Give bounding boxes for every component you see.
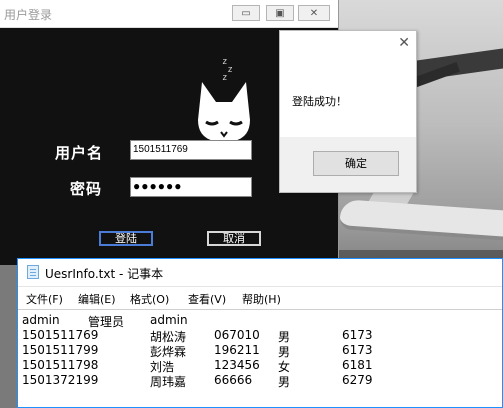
text-line: 1501372199 周玮嘉 66666 男 6279 bbox=[18, 373, 502, 389]
text-cell: 66666 bbox=[214, 373, 253, 387]
text-line: 1501511769 胡松涛 067010 男 6173 bbox=[18, 328, 502, 344]
close-icon: ✕ bbox=[309, 7, 319, 19]
maximize-button[interactable]: ▣ bbox=[266, 5, 294, 21]
text-line: 1501511798 刘浩 123456 女 6181 bbox=[18, 358, 502, 374]
text-cell: admin bbox=[22, 313, 60, 327]
login-button[interactable]: 登陆 bbox=[99, 231, 153, 246]
text-cell: 123456 bbox=[214, 358, 260, 372]
text-line: admin 管理员 admin bbox=[18, 313, 502, 329]
menu-edit[interactable]: 编辑(E) bbox=[78, 291, 116, 307]
dialog-footer: 确定 bbox=[280, 137, 416, 192]
text-cell: admin bbox=[150, 313, 188, 327]
maximize-icon: ▣ bbox=[275, 7, 285, 19]
text-cell: 6181 bbox=[342, 358, 373, 372]
text-cell: 6173 bbox=[342, 343, 373, 357]
username-input[interactable]: 1501511769 bbox=[130, 140, 252, 160]
text-cell: 196211 bbox=[214, 343, 260, 357]
dialog-message: 登陆成功！ bbox=[292, 95, 347, 108]
menu-view[interactable]: 查看(V) bbox=[188, 291, 226, 307]
notepad-window: UesrInfo.txt - 记事本 文件(F) 编辑(E) 格式(O) 查看(… bbox=[17, 258, 503, 408]
text-cell: 1501511799 bbox=[22, 343, 99, 357]
notepad-menubar: 文件(F) 编辑(E) 格式(O) 查看(V) 帮助(H) bbox=[18, 287, 502, 307]
ok-button[interactable]: 确定 bbox=[313, 151, 399, 176]
sleeping-cat-icon bbox=[198, 82, 250, 142]
password-label: 密码 bbox=[70, 180, 103, 198]
window-title: 用户登录 bbox=[4, 8, 53, 22]
text-cell: 6173 bbox=[342, 328, 373, 342]
message-dialog: ✕ 登陆成功！ 确定 bbox=[279, 30, 417, 193]
text-cell: 周玮嘉 bbox=[150, 375, 187, 389]
minimize-button[interactable]: ▭ bbox=[232, 5, 260, 21]
airplane-shape bbox=[339, 199, 503, 241]
text-cell: 1501511769 bbox=[22, 328, 99, 342]
minimize-icon: ▭ bbox=[241, 7, 251, 19]
text-cell: 6279 bbox=[342, 373, 373, 387]
password-input[interactable]: ●●●●●● bbox=[130, 177, 252, 197]
menu-format[interactable]: 格式(O) bbox=[130, 291, 169, 307]
cancel-button[interactable]: 取消 bbox=[207, 231, 261, 246]
login-titlebar: 用户登录 ▭ ▣ ✕ bbox=[0, 0, 338, 28]
text-cell: 1501511798 bbox=[22, 358, 99, 372]
text-cell: 1501372199 bbox=[22, 373, 99, 387]
notepad-title: UesrInfo.txt - 记事本 bbox=[45, 267, 164, 281]
close-button[interactable]: ✕ bbox=[298, 5, 330, 21]
notepad-icon bbox=[27, 265, 39, 279]
text-cell: 067010 bbox=[214, 328, 260, 342]
notepad-text-area[interactable]: admin 管理员 admin 1501511769 胡松涛 067010 男 … bbox=[18, 309, 502, 408]
menu-help[interactable]: 帮助(H) bbox=[242, 291, 281, 307]
username-label: 用户名 bbox=[55, 144, 104, 162]
text-line: 1501511799 彭烨霖 196211 男 6173 bbox=[18, 343, 502, 359]
notepad-titlebar: UesrInfo.txt - 记事本 bbox=[18, 259, 502, 287]
menu-file[interactable]: 文件(F) bbox=[26, 291, 63, 307]
dialog-close-icon[interactable]: ✕ bbox=[398, 35, 410, 51]
text-cell: 男 bbox=[278, 375, 291, 389]
